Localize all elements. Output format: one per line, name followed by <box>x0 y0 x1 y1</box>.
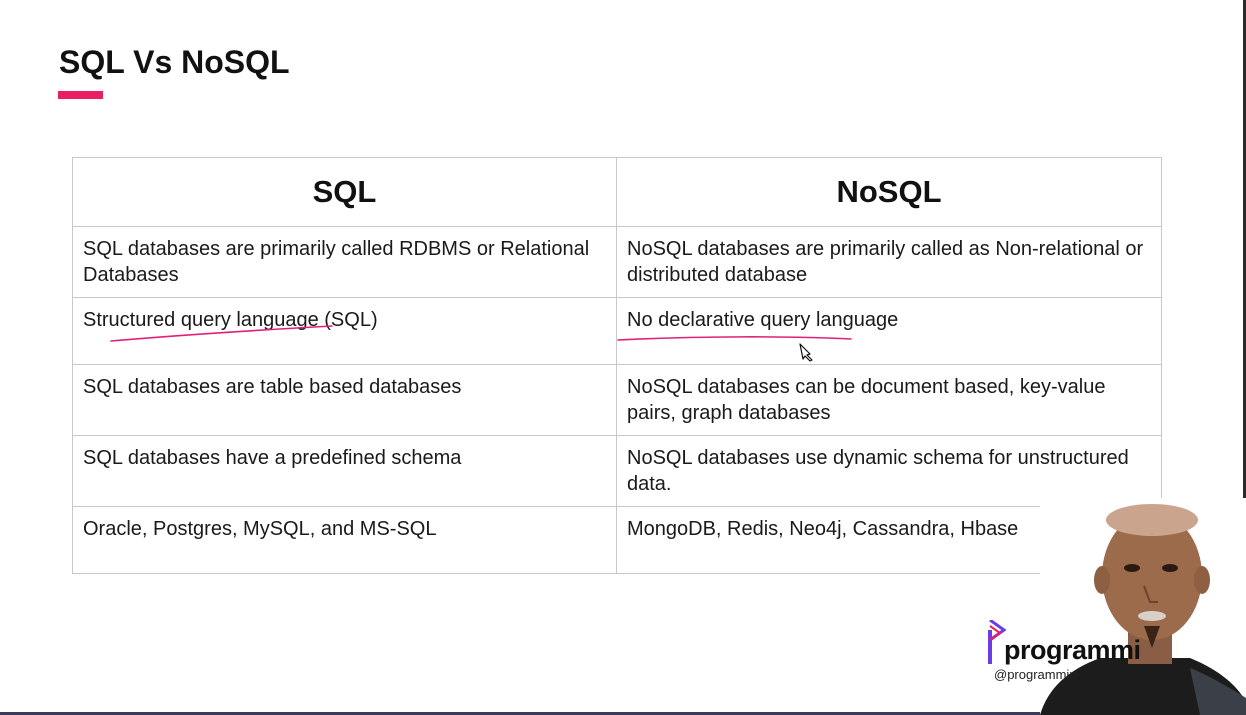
table-row: Structured query language (SQL) No decla… <box>72 297 1162 365</box>
sql-cell: SQL databases are primarily called RDBMS… <box>72 226 617 298</box>
logo-handle: @programmin <box>994 667 1077 682</box>
nosql-cell: No declarative query language <box>616 297 1162 365</box>
sql-cell: SQL databases are table based databases <box>72 364 617 436</box>
nosql-cell: NoSQL databases are primarily called as … <box>616 226 1162 298</box>
pen-cursor-icon <box>799 343 813 362</box>
table-row: SQL databases are primarily called RDBMS… <box>72 226 1162 298</box>
slide-title: SQL Vs NoSQL <box>59 44 290 80</box>
nosql-cell: NoSQL databases can be document based, k… <box>616 364 1162 436</box>
column-header-sql: SQL <box>72 157 617 227</box>
column-header-nosql: NoSQL <box>616 157 1162 227</box>
table-row: Oracle, Postgres, MySQL, and MS-SQL Mong… <box>72 506 1162 574</box>
sql-cell: SQL databases have a predefined schema <box>72 435 617 507</box>
logo-text: programmi <box>1004 635 1141 665</box>
channel-logo: programmi @programmin <box>986 620 1146 690</box>
nosql-cell: NoSQL databases use dynamic schema for u… <box>616 435 1162 507</box>
table-row: SQL databases have a predefined schema N… <box>72 435 1162 507</box>
table-row: SQL databases are table based databases … <box>72 364 1162 436</box>
sql-cell: Oracle, Postgres, MySQL, and MS-SQL <box>72 506 617 574</box>
title-accent-bar <box>58 91 103 99</box>
table-header-row: SQL NoSQL <box>72 157 1162 227</box>
comparison-table: SQL NoSQL SQL databases are primarily ca… <box>72 157 1162 574</box>
sql-cell: Structured query language (SQL) <box>72 297 617 365</box>
